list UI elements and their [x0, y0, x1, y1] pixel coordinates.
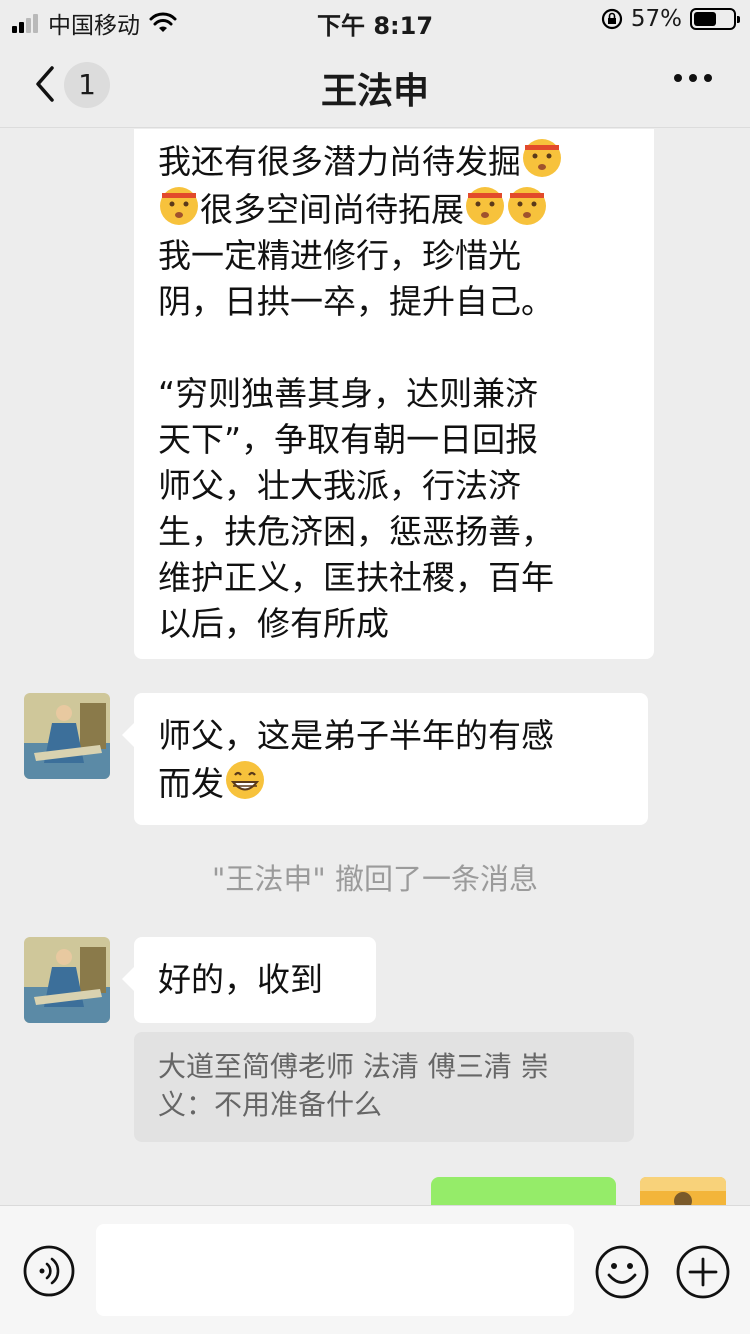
message-line: 维护正义，匡扶社稷，百年: [158, 558, 554, 597]
message-line: 阴，日拱一卒，提升自己。: [158, 282, 554, 321]
message-line: “穷则独善其身，达则兼济: [158, 374, 539, 413]
shushing-face-emoji-icon: [508, 187, 546, 225]
shushing-face-emoji-icon: [466, 187, 504, 225]
quote-line: 大道至简傅老师 法清 傅三清 崇: [158, 1050, 549, 1083]
message-line: 而发: [158, 759, 624, 807]
voice-input-icon[interactable]: [22, 1244, 76, 1298]
chat-messages[interactable]: 我还有很多潜力尚待发掘 很多空间尚待拓展 我一定精进修行，珍惜光 阴，日拱一卒，…: [0, 129, 750, 1205]
message-line: 师父，壮大我派，行法济: [158, 466, 521, 505]
message-line: 天下”，争取有朝一日回报: [158, 420, 539, 459]
contact-avatar[interactable]: [24, 937, 110, 1023]
message-line: 我一定精进修行，珍惜光: [158, 236, 521, 275]
status-right: 57%: [601, 6, 740, 32]
rotation-lock-icon: [601, 8, 622, 30]
battery-percent: 57%: [630, 6, 682, 32]
shushing-face-emoji-icon: [160, 187, 198, 225]
grinning-face-emoji-icon: [226, 761, 264, 799]
quote-line: 义：不用准备什么: [158, 1088, 383, 1121]
contact-avatar[interactable]: [24, 693, 110, 779]
plus-icon[interactable]: [675, 1244, 731, 1300]
message-line: 以后，修有所成: [158, 604, 389, 643]
recall-notice: "王法申" 撤回了一条消息: [212, 862, 538, 896]
more-dots-icon[interactable]: [667, 74, 712, 82]
message-line: 我还有很多潜力尚待发掘: [158, 137, 630, 185]
nav-bar: 1 王法申: [0, 40, 750, 128]
avatar-image: [640, 1177, 726, 1205]
shushing-face-emoji-icon: [523, 139, 561, 177]
avatar-image: [24, 937, 110, 1023]
message-bubble-ack[interactable]: 好的，收到: [122, 937, 376, 1023]
my-avatar[interactable]: [640, 1177, 726, 1205]
message-line: 师父，这是弟子半年的有感: [158, 716, 554, 755]
message-line: 很多空间尚待拓展: [158, 185, 630, 233]
chat-title: 王法申: [320, 71, 429, 112]
message-input[interactable]: [96, 1224, 574, 1316]
wechat-chat-screen: 中国移动 下午 8:17 57% 1 王法申 我还有很多潜力尚待发掘 很多空间尚…: [0, 0, 750, 1334]
my-message-bubble[interactable]: [431, 1177, 616, 1205]
message-bubble-long[interactable]: 我还有很多潜力尚待发掘 很多空间尚待拓展 我一定精进修行，珍惜光 阴，日拱一卒，…: [134, 129, 654, 659]
quoted-message[interactable]: 大道至简傅老师 法清 傅三清 崇 义：不用准备什么: [134, 1032, 634, 1142]
status-bar: 中国移动 下午 8:17 57%: [0, 0, 750, 40]
emoji-picker-icon[interactable]: [594, 1244, 650, 1300]
message-line: 好的，收到: [158, 960, 323, 999]
battery-level: [694, 12, 716, 26]
battery-icon: [690, 8, 740, 30]
avatar-image: [24, 693, 110, 779]
message-line: 生，扶危济困，惩恶扬善，: [158, 512, 554, 551]
message-bubble-reply[interactable]: 师父，这是弟子半年的有感 而发: [122, 693, 648, 825]
input-bar: [0, 1205, 750, 1334]
